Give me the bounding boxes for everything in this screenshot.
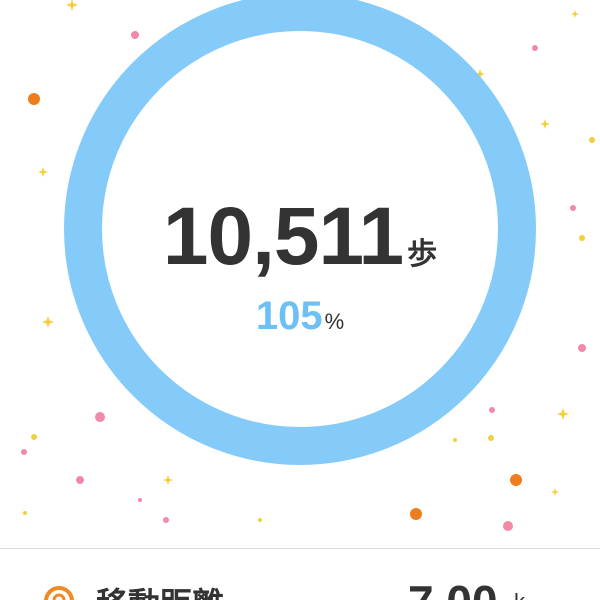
location-pin-icon xyxy=(44,586,74,600)
confetti-star xyxy=(571,10,579,18)
confetti-star xyxy=(38,167,48,177)
confetti-dot xyxy=(23,511,27,515)
step-counter-screen: 10,511歩 105% 移動距離 7.00 k xyxy=(0,0,600,600)
goal-percentage: 105% xyxy=(0,294,600,339)
confetti-dot xyxy=(138,498,142,502)
confetti-dot xyxy=(589,137,595,143)
confetti-star xyxy=(551,488,559,496)
confetti-star xyxy=(557,408,569,420)
confetti-dot xyxy=(21,449,27,455)
distance-label: 移動距離 xyxy=(96,579,224,600)
goal-percentage-unit: % xyxy=(324,309,345,334)
confetti-star xyxy=(163,475,173,485)
confetti-dot xyxy=(503,521,513,531)
distance-value: 7.00 xyxy=(408,575,498,600)
step-count-unit: 歩 xyxy=(407,238,438,271)
goal-percentage-value: 105 xyxy=(255,294,323,338)
step-count-display: 10,511 歩 xyxy=(0,190,600,284)
confetti-dot xyxy=(510,474,522,486)
confetti-dot xyxy=(76,476,84,484)
confetti-dot xyxy=(163,517,169,523)
confetti-dot xyxy=(31,434,37,440)
confetti-dot xyxy=(258,518,262,522)
confetti-dot xyxy=(578,344,586,352)
confetti-star xyxy=(540,119,550,129)
confetti-dot xyxy=(28,93,40,105)
distance-row[interactable]: 移動距離 7.00 k xyxy=(0,549,600,600)
distance-unit: k xyxy=(514,589,525,600)
confetti-dot xyxy=(410,508,422,520)
step-count-value: 10,511 xyxy=(162,191,404,282)
